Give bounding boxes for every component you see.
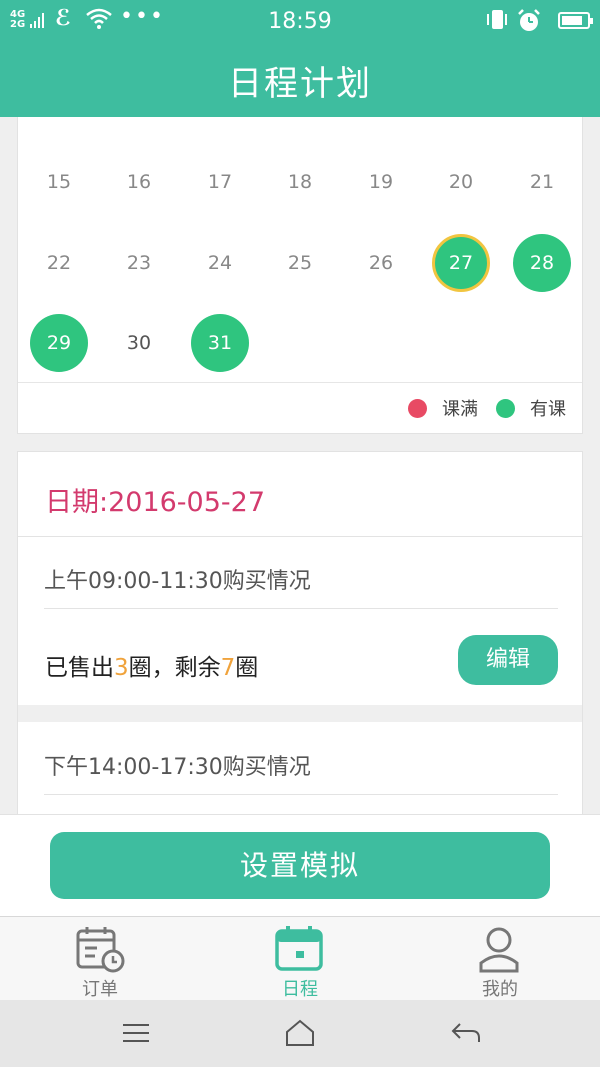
battery-icon [558, 12, 593, 29]
calendar-day-19[interactable]: 19 [352, 153, 410, 211]
full-class-dot [408, 398, 427, 418]
legend-full-label: 课满 [442, 399, 478, 420]
schedule-panel: 日期:2016-05-27 上午09:00-11:30购买情况 已售出3圈，剩余… [17, 451, 583, 821]
calendar-day-20[interactable]: 20 [432, 153, 490, 211]
page-title: 日程计划 [228, 64, 372, 104]
system-nav-bar [0, 1000, 600, 1067]
calendar-day-28[interactable]: 28 [513, 234, 571, 292]
divider [44, 794, 558, 795]
app-header: 4G 2G ℰ ••• 18:59 日程计划 [0, 0, 600, 117]
calendar-day-25[interactable]: 25 [271, 234, 329, 292]
set-simulation-button[interactable]: 设置模拟 [50, 832, 550, 899]
status-time: 18:59 [268, 9, 332, 34]
status-bar: 4G 2G ℰ ••• 18:59 [0, 0, 600, 42]
has-class-dot [496, 398, 515, 418]
remaining-count: 7 [220, 655, 236, 681]
calendar-card: 15 16 17 18 19 20 21 22 23 24 25 26 27 28 29 30 31 课满 有课 [17, 117, 583, 434]
calendar-day-30[interactable]: 30 [110, 314, 168, 372]
tab-profile-label: 我的 [482, 979, 518, 1000]
sold-mid: 圈，剩余 [128, 655, 221, 681]
divider [18, 536, 582, 537]
calendar-day-22[interactable]: 22 [30, 234, 88, 292]
sold-prefix: 已售出 [45, 655, 114, 681]
menu-icon[interactable] [116, 1018, 156, 1048]
calendar-day-31[interactable]: 31 [191, 314, 249, 372]
calendar-day-29[interactable]: 29 [30, 314, 88, 372]
alarm-icon [518, 9, 540, 31]
calendar-day-27[interactable]: 27 [432, 234, 490, 292]
profile-icon [479, 927, 519, 973]
legend-has-label: 有课 [530, 399, 566, 420]
tab-bar: 订单 日程 我的 [0, 916, 600, 1000]
morning-session-title: 上午09:00-11:30购买情况 [44, 569, 311, 594]
calendar-day-26[interactable]: 26 [352, 234, 410, 292]
edit-button[interactable]: 编辑 [458, 635, 558, 685]
selected-date-label: 日期:2016-05-27 [45, 487, 266, 518]
schedule-calendar-icon [275, 926, 323, 971]
calendar-day-23[interactable]: 23 [110, 234, 168, 292]
tab-orders-label: 订单 [82, 979, 118, 1000]
sold-count: 3 [114, 655, 129, 681]
sold-suffix: 圈 [235, 655, 259, 681]
tab-schedule-label: 日程 [282, 979, 318, 1000]
legend-divider [18, 382, 582, 383]
session-gap [18, 705, 582, 722]
home-icon[interactable] [280, 1018, 320, 1048]
tab-orders[interactable]: 订单 [0, 917, 200, 1001]
afternoon-session-title: 下午14:00-17:30购买情况 [44, 755, 311, 780]
calendar-day-18[interactable]: 18 [271, 153, 329, 211]
calendar-day-15[interactable]: 15 [30, 153, 88, 211]
morning-sales-summary: 已售出3圈，剩余7圈 [45, 648, 258, 682]
bottom-action-area: 设置模拟 [0, 814, 600, 916]
tab-profile[interactable]: 我的 [400, 917, 600, 1001]
calendar-day-24[interactable]: 24 [191, 234, 249, 292]
calendar-day-21[interactable]: 21 [513, 153, 571, 211]
back-icon[interactable] [446, 1018, 486, 1048]
vibrate-icon [487, 10, 507, 29]
calendar-day-17[interactable]: 17 [191, 153, 249, 211]
calendar-legend: 课满 有课 [408, 396, 566, 420]
divider [44, 608, 558, 609]
order-calendar-icon [76, 927, 125, 973]
calendar-day-16[interactable]: 16 [110, 153, 168, 211]
tab-schedule[interactable]: 日程 [200, 917, 400, 1001]
